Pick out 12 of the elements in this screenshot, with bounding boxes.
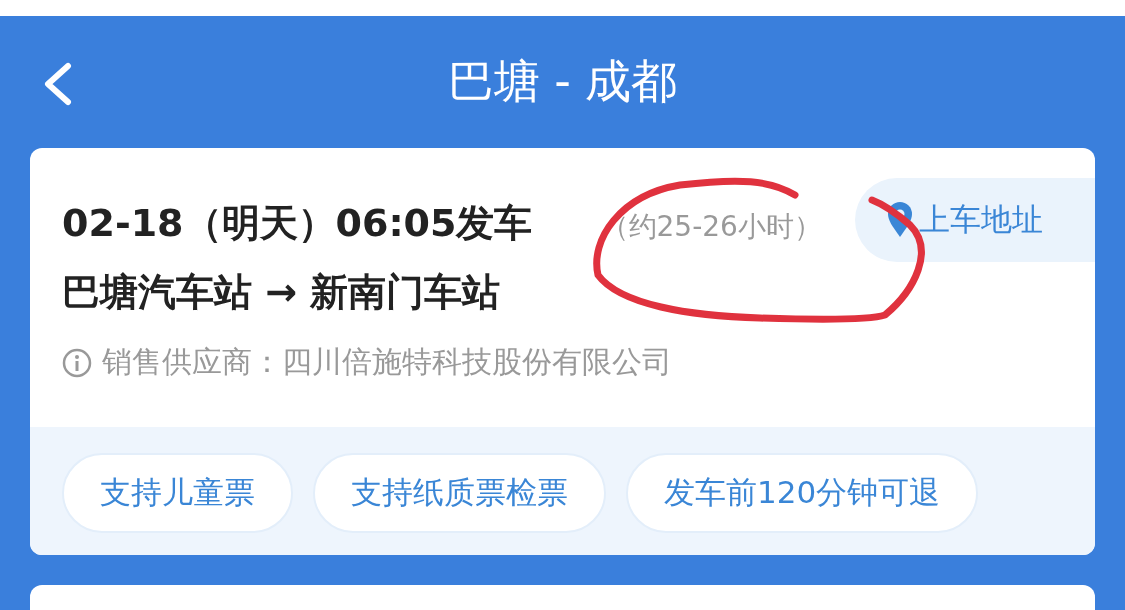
route-text: 巴塘汽车站 → 新南门车站 xyxy=(62,269,502,316)
feature-tag: 支持纸质票检票 xyxy=(313,453,606,533)
info-icon xyxy=(62,347,92,378)
page-title: 巴塘 - 成都 xyxy=(447,53,678,110)
departure-time: 02-18（明天）06:05发车 xyxy=(62,200,533,247)
back-icon[interactable] xyxy=(42,62,74,106)
feature-tag: 发车前120分钟可退 xyxy=(626,453,979,533)
supplier-text: 销售供应商：四川倍施特科技股份有限公司 xyxy=(102,343,672,381)
pickup-address-button[interactable]: 上车地址 xyxy=(855,178,1095,262)
location-pin-icon xyxy=(887,202,913,238)
trip-duration: （约25-26小时） xyxy=(600,209,822,245)
feature-tag: 支持儿童票 xyxy=(62,453,293,533)
